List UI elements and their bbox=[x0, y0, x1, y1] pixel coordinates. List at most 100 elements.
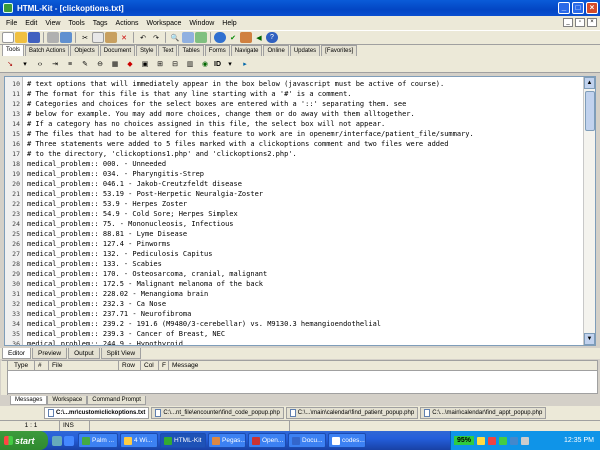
ie-icon[interactable] bbox=[64, 435, 74, 446]
tab-updates[interactable]: Updates bbox=[289, 45, 321, 56]
vertical-scrollbar[interactable]: ▲ ▼ bbox=[583, 77, 595, 345]
chart-icon[interactable]: ▥ bbox=[184, 59, 196, 70]
code-editor[interactable]: 10 # text options that will immediately a… bbox=[4, 76, 596, 346]
goto-icon[interactable] bbox=[195, 32, 207, 43]
code-line[interactable]: 25 medical_problem:: 88.81 - Lyme Disease bbox=[5, 229, 585, 239]
tab-text[interactable]: Text bbox=[158, 45, 178, 56]
code-line[interactable]: 30 medical_problem:: 172.5 - Malignant me… bbox=[5, 279, 585, 289]
table-icon[interactable]: ⊞ bbox=[154, 59, 166, 70]
cut-icon[interactable]: ✂ bbox=[79, 32, 91, 43]
code-line[interactable]: 16 # Three statements were added to 5 fil… bbox=[5, 139, 585, 149]
grid-icon[interactable]: ▦ bbox=[109, 59, 121, 70]
menu-workspace[interactable]: Workspace bbox=[143, 20, 186, 27]
col-message[interactable]: Message bbox=[169, 361, 369, 370]
volume-icon[interactable] bbox=[510, 436, 519, 445]
scrollbar-thumb[interactable] bbox=[585, 91, 595, 131]
title-bar[interactable]: HTML-Kit - [clickoptions.txt] _ □ × bbox=[0, 0, 600, 16]
doc-minimize-icon[interactable]: _ bbox=[563, 18, 573, 27]
tidy-icon[interactable] bbox=[240, 32, 252, 43]
col-file[interactable]: File bbox=[49, 361, 119, 370]
code-line[interactable]: 22 medical_problem:: 53.9 - Herpes Zoster bbox=[5, 199, 585, 209]
tab-split-view[interactable]: Split View bbox=[100, 348, 142, 359]
col-col[interactable]: Col bbox=[141, 361, 159, 370]
tab-objects[interactable]: Objects bbox=[70, 45, 99, 56]
tab-navigate[interactable]: Navigate bbox=[230, 45, 263, 56]
wand-icon[interactable]: ↘ bbox=[4, 59, 16, 70]
menu-tools[interactable]: Tools bbox=[64, 20, 88, 27]
col-row[interactable]: Row bbox=[119, 361, 141, 370]
task-explorer[interactable]: 4 Wi... bbox=[120, 433, 158, 448]
code-line[interactable]: 20 medical_problem:: 046.1 - Jakob-Creutz… bbox=[5, 179, 585, 189]
menu-window[interactable]: Window bbox=[185, 20, 218, 27]
task-palm[interactable]: Palm ... bbox=[78, 433, 118, 448]
preview-icon[interactable] bbox=[60, 32, 72, 43]
code-line[interactable]: 17 # to the directory, 'clickoptions1.php… bbox=[5, 149, 585, 159]
tab-forms[interactable]: Forms bbox=[204, 45, 230, 56]
code-line[interactable]: 34 medical_problem:: 239.2 - 191.6 (M9480… bbox=[5, 319, 585, 329]
task-codes[interactable]: codes... bbox=[328, 433, 366, 448]
code-line[interactable]: 24 medical_problem:: 75. - Mononucleosis,… bbox=[5, 219, 585, 229]
tab-batch-actions[interactable]: Batch Actions bbox=[25, 45, 70, 56]
code-line[interactable]: 35 medical_problem:: 239.3 - Cancer of Br… bbox=[5, 329, 585, 339]
image-icon[interactable]: ▣ bbox=[139, 59, 151, 70]
tab-preview[interactable]: Preview bbox=[31, 348, 68, 359]
tab-tables[interactable]: Tables bbox=[178, 45, 204, 56]
col-f[interactable]: F bbox=[159, 361, 169, 370]
code-line[interactable]: 15 # The files that had to be altered for… bbox=[5, 129, 585, 139]
task-open[interactable]: Open... bbox=[248, 433, 286, 448]
color-icon[interactable]: ◆ bbox=[124, 59, 136, 70]
tab-tools[interactable]: Tools bbox=[2, 44, 25, 56]
code-line[interactable]: 33 medical_problem:: 237.71 - Neurofibrom… bbox=[5, 309, 585, 319]
task-docu[interactable]: Docu... bbox=[288, 433, 326, 448]
check-icon[interactable]: ✔ bbox=[227, 32, 239, 43]
maximize-button[interactable]: □ bbox=[572, 2, 584, 14]
delete-icon[interactable]: ✕ bbox=[118, 32, 130, 43]
new-file-icon[interactable] bbox=[2, 32, 14, 43]
code-line[interactable]: 26 medical_problem:: 127.4 - Pinworms bbox=[5, 239, 585, 249]
code-line[interactable]: 23 medical_problem:: 54.9 - Cold Sore; He… bbox=[5, 209, 585, 219]
code-line[interactable]: 18 medical_problem:: 000. - Unneeded bbox=[5, 159, 585, 169]
menu-tags[interactable]: Tags bbox=[89, 20, 112, 27]
id-dropdown-icon[interactable]: ▾ bbox=[224, 59, 236, 70]
replace-icon[interactable] bbox=[182, 32, 194, 43]
undo-icon[interactable]: ↶ bbox=[137, 32, 149, 43]
tab-editor[interactable]: Editor bbox=[2, 348, 31, 359]
tab-command-prompt[interactable]: Command Prompt bbox=[87, 396, 146, 405]
menu-edit[interactable]: Edit bbox=[21, 20, 41, 27]
copy-icon[interactable] bbox=[92, 32, 104, 43]
code-line[interactable]: 11 # The format for this file is that any… bbox=[5, 89, 585, 99]
clock[interactable]: 12:35 PM bbox=[564, 437, 600, 444]
code-line[interactable]: 36 medical_problem:: 244.9 - Hypothyroid bbox=[5, 339, 585, 345]
code-line[interactable]: 28 medical_problem:: 133. - Scabies bbox=[5, 259, 585, 269]
code-line[interactable]: 19 medical_problem:: 034. - Pharyngitis-S… bbox=[5, 169, 585, 179]
open-file-icon[interactable] bbox=[15, 32, 27, 43]
start-button[interactable]: start bbox=[0, 431, 48, 450]
doc-restore-icon[interactable]: ▫ bbox=[575, 18, 585, 27]
find-icon[interactable]: 🔍 bbox=[169, 32, 181, 43]
help-icon[interactable]: ? bbox=[266, 32, 278, 43]
messages-panel[interactable]: Type # File Row Col F Message bbox=[1, 360, 598, 395]
code-line[interactable]: 10 # text options that will immediately a… bbox=[5, 79, 585, 89]
minimize-button[interactable]: _ bbox=[558, 2, 570, 14]
scroll-down-icon[interactable]: ▼ bbox=[584, 333, 595, 345]
doc-tab-find-appt-popup[interactable]: C:\...\main\calendar\find_appt_popup.php bbox=[420, 407, 547, 419]
scroll-up-icon[interactable]: ▲ bbox=[584, 77, 595, 89]
print-icon[interactable] bbox=[47, 32, 59, 43]
code-line[interactable]: 21 medical_problem:: 53.19 - Post-Herpeti… bbox=[5, 189, 585, 199]
col-type[interactable]: Type bbox=[11, 361, 35, 370]
close-button[interactable]: × bbox=[586, 2, 598, 14]
security-icon[interactable] bbox=[488, 436, 497, 445]
task-html-kit[interactable]: HTML-Kit bbox=[160, 433, 206, 448]
tab-online[interactable]: Online bbox=[263, 45, 289, 56]
doc-tab-find-patient-popup[interactable]: C:\...\main\calendar\find_patient_popup.… bbox=[285, 407, 419, 419]
code-icon[interactable]: ‹› bbox=[34, 59, 46, 70]
battery-indicator[interactable]: 95% bbox=[454, 436, 475, 445]
desktop-icon[interactable] bbox=[52, 435, 62, 446]
panel-grip[interactable] bbox=[1, 361, 8, 395]
network-icon[interactable] bbox=[477, 436, 486, 445]
doc-tab-find-code-popup[interactable]: C:\...nt_file\encounter\find_code_popup.… bbox=[151, 407, 284, 419]
list-dropdown-icon[interactable]: ▾ bbox=[19, 59, 31, 70]
save-icon[interactable] bbox=[28, 32, 40, 43]
browser-icon[interactable] bbox=[214, 32, 226, 43]
back-icon[interactable]: ◀ bbox=[253, 32, 265, 43]
